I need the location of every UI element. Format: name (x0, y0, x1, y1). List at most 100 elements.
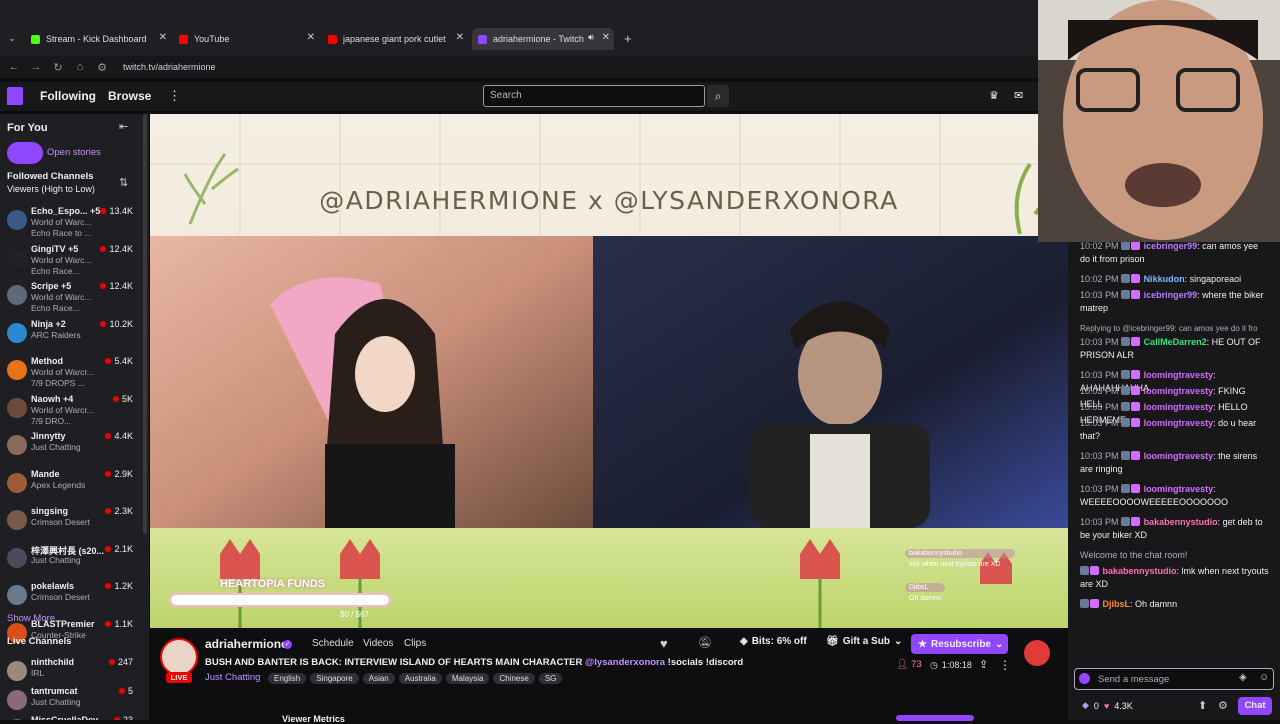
tag[interactable]: Asian (362, 673, 395, 684)
viewer-metrics-button[interactable] (896, 715, 974, 721)
collapse-sidebar-icon[interactable]: ⇤ (119, 120, 128, 133)
viewer-count: 2.9K (105, 469, 133, 479)
chat-username[interactable]: icebringer99 (1144, 290, 1198, 300)
channel-name: ninthchild (31, 657, 74, 667)
following-link[interactable]: Following (40, 89, 96, 103)
tag[interactable]: Chinese (493, 673, 535, 684)
browser-tab[interactable]: YouTube ✕ (179, 30, 315, 48)
more-vertical-icon[interactable]: ⋮ (999, 658, 1011, 672)
inbox-icon[interactable]: ✉ (1014, 89, 1023, 102)
sidebar-channel[interactable]: 梓澤興村長 (s20... Just Chatting 2.1K (0, 544, 149, 586)
sidebar-channel[interactable]: Method World of Warcr... 7/9 DROPS ... 5.4K (0, 356, 149, 398)
chat-identity-icon[interactable] (1079, 673, 1090, 684)
crown-icon[interactable]: ♛ (989, 89, 999, 102)
show-more-link[interactable]: Show More (7, 613, 55, 624)
bits-icon[interactable]: ◈ (1239, 672, 1247, 683)
tab-title: Stream - Kick Dashboard (46, 34, 147, 44)
tab-schedule[interactable]: Schedule (312, 638, 354, 649)
settings-icon[interactable]: ⚙ (1218, 699, 1228, 712)
channel-name: Echo_Espo... +5 (31, 206, 101, 216)
tag[interactable]: Malaysia (445, 673, 490, 684)
more-vertical-icon[interactable]: ⋮ (168, 88, 181, 104)
tag[interactable]: SG (538, 673, 563, 684)
sidebar-channel[interactable]: Naowh +4 World of Warcr... 7/9 DRO... 5K (0, 394, 149, 436)
chevron-down-icon: ⌄ (893, 636, 903, 647)
chat-username[interactable]: bakabennystudio (1103, 566, 1177, 576)
sidebar-channel[interactable]: singsing Crimson Desert 2.3K (0, 506, 149, 548)
stream-title-mention[interactable]: @lysanderxonora (585, 657, 665, 668)
close-icon[interactable]: ✕ (602, 32, 610, 43)
stories-avatar[interactable] (7, 142, 43, 164)
chat-username[interactable]: loomingtravesty (1144, 484, 1214, 494)
sidebar-channel[interactable]: Ninja +2 ARC Raiders 10.2K (0, 319, 149, 361)
viewer-count-value: 4.4K (114, 431, 133, 441)
browser-tab[interactable]: Stream - Kick Dashboard ✕ (31, 30, 167, 48)
sidebar-channel[interactable]: Mande Apex Legends 2.9K (0, 469, 149, 511)
chat-username[interactable]: DjibsL (1103, 599, 1131, 609)
share-icon[interactable]: ⇪ (979, 658, 988, 671)
sidebar-scrollbar[interactable] (143, 114, 147, 534)
tab-title: adriahermione - Twitch (493, 34, 584, 44)
sidebar-channel[interactable]: Jinnytty Just Chatting 4.4K (0, 431, 149, 473)
home-icon[interactable]: ⌂ (69, 61, 91, 73)
chat-username[interactable]: CallMeDarren2 (1144, 337, 1207, 347)
chat-message: 10:03 PM loomingtravesty: the sirens are… (1080, 451, 1258, 474)
chest-icon[interactable]: ⬆ (1198, 699, 1207, 712)
browser-tab-active[interactable]: adriahermione - Twitch 🔊︎ ✕ (472, 28, 614, 50)
chat-input[interactable]: Send a message ◈ ☺ (1074, 668, 1274, 690)
close-icon[interactable]: ✕ (307, 32, 315, 43)
live-dot-icon (118, 688, 125, 694)
chat-username[interactable]: loomingtravesty (1144, 370, 1214, 380)
tag-list: English Singapore Asian Australia Malaysia Ch… (268, 673, 563, 684)
close-icon[interactable]: ✕ (456, 32, 464, 43)
chat-username[interactable]: Nikkudon (1144, 274, 1185, 284)
chat-username[interactable]: loomingtravesty (1144, 451, 1214, 461)
hype-heart-icon[interactable] (1024, 640, 1050, 666)
chat-send-button[interactable]: Chat (1238, 697, 1272, 715)
close-icon[interactable]: ✕ (159, 32, 167, 43)
back-icon[interactable]: ← (3, 61, 25, 73)
browser-tab[interactable]: japanese giant pork cutlet sand ✕ (328, 30, 464, 48)
chat-username[interactable]: loomingtravesty (1144, 402, 1214, 412)
url-text[interactable]: twitch.tv/adriahermione (123, 62, 216, 72)
sidebar-channel[interactable]: Echo_Espo... +5 World of Warc... Echo Race… (0, 206, 149, 248)
chat-username[interactable]: loomingtravesty (1144, 386, 1214, 396)
sidebar-channel[interactable]: Scripe +5 World of Warc... Echo Race... 12.… (0, 281, 149, 323)
notifications-off-icon[interactable]: 🔕︎ (698, 636, 712, 649)
tag[interactable]: Australia (398, 673, 442, 684)
emote-icon[interactable]: ☺ (1259, 672, 1269, 683)
sidebar-live-channel[interactable]: MissCruellaDev... 23 (0, 715, 149, 720)
sort-icon[interactable]: ⇅ (119, 176, 128, 189)
tab-videos[interactable]: Videos (363, 638, 393, 649)
browse-link[interactable]: Browse (108, 89, 151, 103)
badge-icon (1131, 337, 1141, 346)
tab-list-chevron-icon[interactable]: ⌄ (8, 33, 16, 44)
chat-username[interactable]: icebringer99 (1144, 241, 1198, 251)
twitch-logo-icon[interactable] (7, 87, 23, 105)
new-tab-icon[interactable]: + (624, 31, 632, 46)
gift-sub-button[interactable]: 🎁︎ Gift a Sub ⌄ (826, 636, 902, 647)
reload-icon[interactable]: ↻ (47, 61, 69, 74)
site-info-icon[interactable]: ⚙ (91, 61, 113, 74)
tag[interactable]: English (268, 673, 307, 684)
speaker-icon[interactable]: 🔊︎ (588, 32, 594, 43)
overlay-chat-text: Oh damnn (909, 595, 942, 602)
chat-username[interactable]: loomingtravesty (1144, 418, 1214, 428)
bits-button[interactable]: ◈ Bits: 6% off (740, 636, 807, 647)
open-stories-link[interactable]: Open stories (47, 147, 101, 158)
video-player[interactable]: @ADRIAHERMIONE x @LYSANDERXONORA HEARTOP… (150, 114, 1068, 628)
category-link[interactable]: Just Chatting (205, 672, 260, 683)
forward-icon[interactable]: → (25, 61, 47, 73)
search-input[interactable]: Search (483, 85, 705, 107)
heart-icon[interactable]: ♥ (660, 636, 668, 651)
search-icon[interactable]: ⌕ (707, 85, 729, 107)
channel-name[interactable]: adriahermione (205, 637, 288, 651)
viewer-count-value: 5 (127, 686, 133, 696)
resubscribe-button[interactable]: ★ Resubscribe ⌄ (911, 634, 1008, 654)
sidebar-channel[interactable]: GingiTV +5 World of Warc... Echo Race... 12… (0, 244, 149, 286)
channel-points[interactable]: ◆ 0 ♥ 4.3K (1082, 700, 1133, 711)
avatar[interactable] (160, 638, 198, 676)
tab-clips[interactable]: Clips (404, 638, 426, 649)
chat-username[interactable]: bakabennystudio (1144, 517, 1218, 527)
tag[interactable]: Singapore (310, 673, 359, 684)
